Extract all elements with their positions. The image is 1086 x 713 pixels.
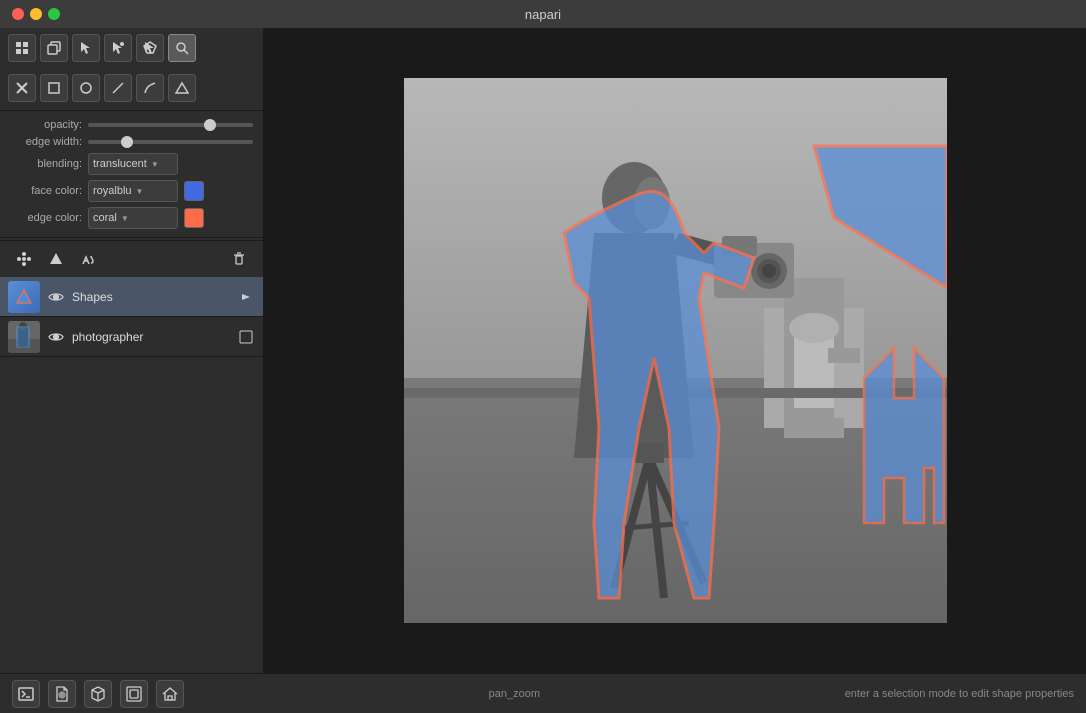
- blending-label: blending:: [10, 158, 82, 170]
- home-btn[interactable]: [156, 680, 184, 708]
- triangle-tool-btn[interactable]: [168, 74, 196, 102]
- face-color-row: face color: royalblu ▼: [10, 180, 253, 202]
- maximize-button[interactable]: [48, 8, 60, 20]
- photographer-layer-icon: [237, 328, 255, 346]
- shapes-layer-thumb: [8, 281, 40, 313]
- bottom-tools: [12, 680, 184, 708]
- bottom-bar: pan_zoom enter a selection mode to edit …: [0, 673, 1086, 713]
- layer-controls-bar: [0, 240, 263, 277]
- zoom-tool-btn[interactable]: [168, 34, 196, 62]
- package-btn[interactable]: [84, 680, 112, 708]
- face-color-label: face color:: [10, 185, 82, 197]
- copy-tool-btn[interactable]: [40, 34, 68, 62]
- add-labels-btn[interactable]: [74, 245, 102, 273]
- line-tool-btn[interactable]: [104, 74, 132, 102]
- app-title: napari: [525, 7, 561, 22]
- edge-width-slider[interactable]: [88, 140, 253, 144]
- delete-layer-btn[interactable]: [225, 245, 253, 273]
- toolbar-row-2: [0, 68, 263, 108]
- blending-arrow: ▼: [151, 160, 159, 169]
- face-color-arrow: ▼: [136, 187, 144, 196]
- terminal-btn[interactable]: [12, 680, 40, 708]
- edge-color-value: coral: [93, 212, 117, 224]
- edge-width-label: edge width:: [10, 136, 82, 148]
- edge-color-label: edge color:: [10, 212, 82, 224]
- minimize-button[interactable]: [30, 8, 42, 20]
- polygon-select-btn[interactable]: [136, 34, 164, 62]
- canvas-area[interactable]: ↖: [264, 28, 1086, 673]
- add-shapes-btn[interactable]: [42, 245, 70, 273]
- divider-1: [0, 110, 263, 111]
- opacity-thumb[interactable]: [204, 119, 216, 131]
- opacity-label: opacity:: [10, 119, 82, 131]
- controls-area: opacity: edge width: blending:: [0, 113, 263, 235]
- blending-value: translucent: [93, 158, 147, 170]
- arrow-select-btn[interactable]: [72, 34, 100, 62]
- shapes-layer-item[interactable]: Shapes: [0, 277, 263, 317]
- image-container: ↖: [404, 78, 947, 623]
- edge-color-arrow: ▼: [121, 214, 129, 223]
- blending-row: blending: translucent ▼: [10, 153, 253, 175]
- path-tool-btn[interactable]: [136, 74, 164, 102]
- edge-color-swatch[interactable]: [184, 208, 204, 228]
- edge-width-thumb[interactable]: [121, 136, 133, 148]
- face-color-value: royalblu: [93, 185, 132, 197]
- ellipse-tool-btn[interactable]: [72, 74, 100, 102]
- rect-tool-btn[interactable]: [40, 74, 68, 102]
- grid-tool-btn[interactable]: [8, 34, 36, 62]
- toolbar-row-1: [0, 28, 263, 68]
- photographer-visibility-btn[interactable]: [46, 327, 66, 347]
- photo-canvas: ↖: [404, 78, 947, 623]
- shapes-layer-name: Shapes: [72, 290, 231, 304]
- opacity-row: opacity:: [10, 119, 253, 131]
- left-panel: opacity: edge width: blending:: [0, 28, 264, 673]
- face-color-swatch[interactable]: [184, 181, 204, 201]
- layer-list: Shapes: [0, 277, 263, 673]
- hint-text: enter a selection mode to edit shape pro…: [845, 688, 1074, 700]
- edge-width-row: edge width:: [10, 136, 253, 148]
- face-color-select[interactable]: royalblu ▼: [88, 180, 178, 202]
- traffic-lights: [12, 8, 60, 20]
- add-points-btn[interactable]: [10, 245, 38, 273]
- window-btn[interactable]: [120, 680, 148, 708]
- shapes-layer-arrow: [237, 288, 255, 306]
- photographer-layer-name: photographer: [72, 330, 231, 344]
- file-btn[interactable]: [48, 680, 76, 708]
- main-layout: opacity: edge width: blending:: [0, 28, 1086, 713]
- layer-add-controls: [10, 245, 102, 273]
- direct-select-btn[interactable]: [104, 34, 132, 62]
- close-tool-btn[interactable]: [8, 74, 36, 102]
- photographer-layer-item[interactable]: photographer: [0, 317, 263, 357]
- shapes-visibility-btn[interactable]: [46, 287, 66, 307]
- content-area: opacity: edge width: blending:: [0, 28, 1086, 673]
- blending-select[interactable]: translucent ▼: [88, 153, 178, 175]
- edge-color-select[interactable]: coral ▼: [88, 207, 178, 229]
- opacity-slider[interactable]: [88, 123, 253, 127]
- photographer-layer-thumb: [8, 321, 40, 353]
- edge-color-row: edge color: coral ▼: [10, 207, 253, 229]
- close-button[interactable]: [12, 8, 24, 20]
- status-text: pan_zoom: [489, 688, 540, 700]
- title-bar: napari: [0, 0, 1086, 28]
- divider-2: [0, 237, 263, 238]
